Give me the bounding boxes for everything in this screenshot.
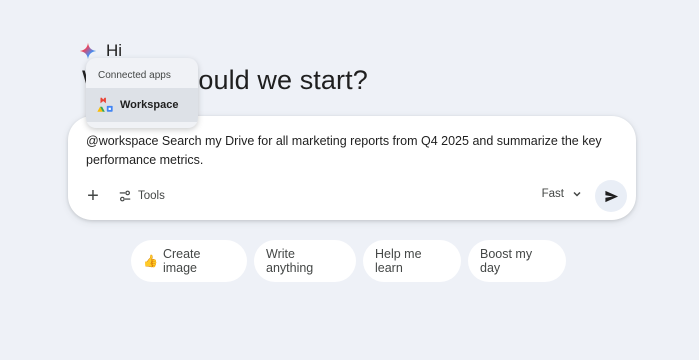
model-label: Fast [541, 188, 564, 200]
chip-label: Create image [162, 247, 201, 275]
tools-label: Tools [138, 190, 165, 202]
popup-item-workspace[interactable]: Workspace [86, 88, 198, 122]
chevron-down-icon [573, 191, 581, 197]
chip-create-image[interactable]: 👍 Create image [131, 240, 247, 282]
prompt-toolbar: + Tools [82, 183, 165, 209]
prompt-input[interactable]: @workspace Search my Drive for all marke… [86, 132, 606, 170]
workspace-icon [97, 97, 113, 112]
thumbs-up-icon: 👍 [143, 254, 158, 268]
add-button[interactable]: + [82, 183, 104, 209]
chip-label: Help me learn [375, 247, 422, 275]
tools-icon [119, 190, 131, 202]
send-button[interactable] [595, 180, 627, 212]
popup-title: Connected apps [98, 70, 171, 81]
connected-apps-popup: Connected apps Workspace [86, 58, 198, 128]
app-root: Hi Where should we start? @workspace Sea… [0, 0, 699, 360]
chip-label: Boost my day [480, 247, 533, 275]
chip-label: Write anything [266, 247, 314, 275]
suggestion-chips: 👍 Create image Write anything Help me le… [131, 240, 566, 282]
chip-help-me-learn[interactable]: Help me learn [363, 240, 461, 282]
tools-button[interactable]: Tools [118, 183, 165, 209]
popup-item-label: Workspace [120, 99, 179, 111]
send-icon [604, 190, 618, 202]
chip-write-anything[interactable]: Write anything [254, 240, 356, 282]
prompt-box[interactable]: @workspace Search my Drive for all marke… [68, 116, 636, 220]
chip-boost-my-day[interactable]: Boost my day [468, 240, 566, 282]
model-selector[interactable]: Fast [542, 188, 582, 200]
